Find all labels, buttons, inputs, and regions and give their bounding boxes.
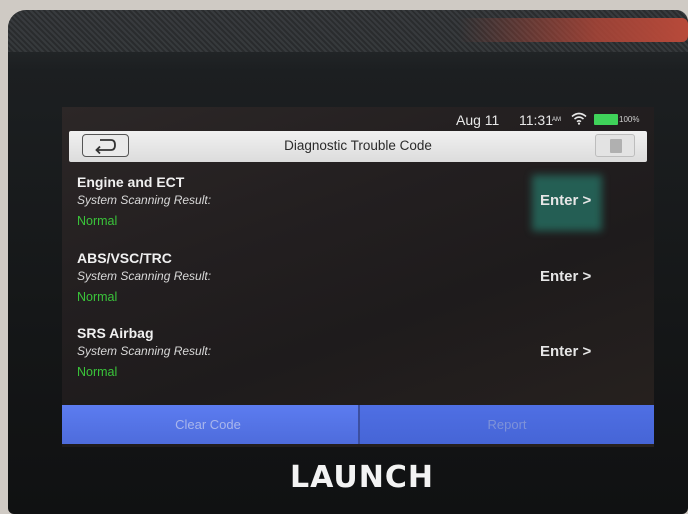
scan-result-label: System Scanning Result: [77,269,212,283]
clear-code-button[interactable]: Clear Code [62,405,358,444]
status-bar: Aug 11 11:31 AM 100% [62,107,654,131]
device-red-trim [458,18,688,42]
wifi-icon [571,112,587,125]
page-title: Diagnostic Trouble Code [284,138,432,153]
brand-logo: LAUNCH [290,460,435,495]
battery-icon [594,114,618,125]
scan-result-status: Normal [77,290,118,304]
system-row-srs: SRS Airbag System Scanning Result: Norma… [62,325,654,399]
scan-result-status: Normal [77,365,118,379]
system-name: Engine and ECT [77,174,185,190]
scan-result-label: System Scanning Result: [77,193,212,207]
scan-result-status: Normal [77,214,118,228]
title-bar: Diagnostic Trouble Code [69,131,647,162]
system-row-engine: Engine and ECT System Scanning Result: N… [62,174,654,248]
system-name: SRS Airbag [77,325,154,341]
scan-result-label: System Scanning Result: [77,344,212,358]
bottom-action-bar: Clear Code Report [62,405,654,444]
system-row-abs: ABS/VSC/TRC System Scanning Result: Norm… [62,250,654,324]
report-button[interactable]: Report [360,405,654,444]
exit-door-icon [610,139,622,153]
device-screen: Aug 11 11:31 AM 100% Diagnostic Trouble … [62,107,654,447]
battery-level: 100% [619,115,640,124]
status-time: 11:31 [519,112,553,128]
enter-button[interactable]: Enter > [540,268,620,292]
enter-button[interactable]: Enter > [540,192,620,216]
exit-button[interactable] [595,134,635,157]
system-name: ABS/VSC/TRC [77,250,172,266]
enter-button[interactable]: Enter > [540,343,620,367]
status-ampm: AM [552,117,561,123]
status-date: Aug 11 [456,112,500,128]
